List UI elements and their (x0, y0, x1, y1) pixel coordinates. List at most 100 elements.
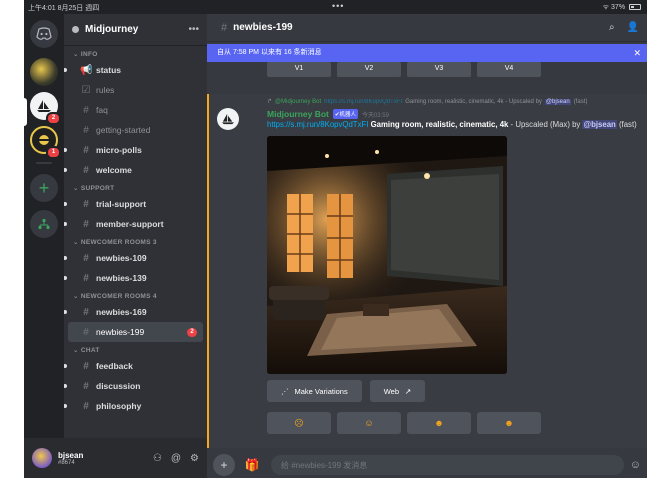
channel-faq[interactable]: # faq (64, 100, 207, 120)
channel-newbies-169[interactable]: # newbies-169 (64, 302, 207, 322)
rail-divider (36, 162, 52, 164)
message-input[interactable] (271, 455, 624, 475)
gift-button[interactable]: 🎁 (241, 454, 263, 476)
emoji-picker-icon[interactable]: ☺ (630, 459, 641, 471)
category-support[interactable]: ⌄ SUPPORT (64, 184, 207, 194)
attach-plus-button[interactable]: + (213, 454, 235, 476)
user-mention[interactable]: @bjsean (582, 120, 617, 129)
server-badge: 1 (46, 146, 61, 159)
unread-dot (64, 222, 67, 226)
guild-name: Midjourney (85, 24, 139, 35)
channel-philosophy[interactable]: # philosophy (64, 396, 207, 416)
new-messages-bar[interactable]: 自从 7:58 PM 以来有 16 条新消息 ✕ (207, 44, 647, 62)
variation-button-3[interactable]: V3 (407, 62, 471, 77)
make-variations-button[interactable]: ⋰ Make Variations (267, 380, 362, 402)
status-bar: 上午4:01 8月25日 週四 ••• ᯤ 37% (24, 0, 647, 14)
multitask-dots-icon[interactable]: ••• (332, 1, 344, 11)
author-name[interactable]: Midjourney Bot (267, 109, 329, 119)
channel-welcome[interactable]: # welcome (64, 160, 207, 180)
user-info[interactable]: bjsean #8674 (58, 451, 83, 466)
bot-message: ↱ @Midjourney Bot https://s.mj.run/8Kopv… (207, 94, 647, 448)
reply-reference[interactable]: ↱ @Midjourney Bot https://s.mj.run/8Kopv… (267, 98, 587, 105)
category-chat[interactable]: ⌄ CHAT (64, 346, 207, 356)
reply-arrow-icon: ↱ (267, 99, 273, 105)
timestamp: 今天03:59 (361, 112, 389, 119)
header-actions: ⌕ 👤 (609, 22, 639, 33)
category-newcomer-rooms-3[interactable]: ⌄ NEWCOMER ROOMS 3 (64, 238, 207, 248)
friends-icon[interactable]: ⚇ (153, 453, 162, 464)
channel-discussion[interactable]: # discussion (64, 376, 207, 396)
direct-messages-button[interactable] (30, 20, 58, 48)
unread-dot (64, 276, 67, 280)
chat-area: # newbies-199 ⌕ 👤 自从 7:58 PM 以来有 16 条新消息… (207, 14, 647, 478)
variation-button-1[interactable]: V1 (267, 62, 331, 77)
username: bjsean (58, 450, 84, 460)
new-messages-text: 自从 7:58 PM 以来有 16 条新消息 (217, 49, 322, 56)
category-info[interactable]: ⌄ INFO (64, 50, 207, 60)
action-buttons: ⋰ Make Variations Web ↗ (267, 380, 426, 402)
channel-getting-started[interactable]: # getting-started (64, 120, 207, 140)
smile-face-icon: ☻ (434, 418, 444, 428)
bot-badge: ✔机器人 (332, 109, 358, 119)
more-options-icon[interactable]: ••• (188, 24, 199, 35)
rating-button-2[interactable]: ☺ (337, 412, 401, 434)
rating-button-1[interactable]: ☹ (267, 412, 331, 434)
search-icon[interactable]: ⌕ (609, 22, 615, 33)
channel-rules[interactable]: ☑ rules (64, 80, 207, 100)
hierarchy-icon (38, 218, 50, 230)
bot-avatar[interactable] (217, 108, 239, 130)
external-link-icon: ↗ (405, 386, 412, 396)
guild-status-dot (72, 26, 79, 33)
channel-feedback[interactable]: # feedback (64, 356, 207, 376)
plus-icon: + (38, 177, 50, 198)
rating-buttons: ☹ ☺ ☻ ☻ (267, 412, 541, 434)
web-button[interactable]: Web ↗ (369, 380, 426, 402)
add-server-button[interactable]: + (30, 174, 58, 202)
channel-newbies-139[interactable]: # newbies-139 (64, 268, 207, 288)
user-tag: #8674 (58, 459, 75, 466)
sailboat-icon (37, 100, 51, 112)
unread-dot (64, 202, 67, 206)
generated-image[interactable] (267, 136, 507, 374)
channel-newbies-199[interactable]: # newbies-199 2 (68, 322, 203, 342)
announcement-icon: 📢 (80, 64, 93, 76)
channel-micro-polls[interactable]: # micro-polls (64, 140, 207, 160)
explore-servers-button[interactable] (30, 210, 58, 238)
server-badge: 2 (46, 112, 61, 125)
message-composer: + 🎁 ☺ (207, 452, 647, 478)
hash-thread-icon: # (83, 164, 89, 176)
hash-icon: # (83, 380, 89, 392)
unread-dot (64, 384, 67, 388)
rating-button-3[interactable]: ☻ (407, 412, 471, 434)
guild-header[interactable]: Midjourney ••• (64, 14, 207, 46)
settings-gear-icon[interactable]: ⚙ (190, 453, 199, 464)
hash-icon: # (83, 400, 89, 412)
avatar[interactable] (32, 448, 52, 468)
hash-thread-icon: # (83, 272, 89, 284)
variation-button-2[interactable]: V2 (337, 62, 401, 77)
reply-suffix: (fast) (573, 98, 588, 105)
rating-button-4[interactable]: ☻ (477, 412, 541, 434)
channel-sidebar: Midjourney ••• ⌄ INFO 📢 status ☑ rules # fa… (64, 14, 207, 438)
mentions-icon[interactable]: @ (171, 453, 181, 464)
channel-newbies-109[interactable]: # newbies-109 (64, 248, 207, 268)
prompt-link[interactable]: https://s.mj.run/8KopvQdTxFI (267, 120, 368, 129)
close-icon[interactable]: ✕ (633, 44, 641, 62)
unread-dot (64, 148, 67, 152)
channel-member-support[interactable]: # member-support (64, 214, 207, 234)
channel-trial-support[interactable]: # trial-support (64, 194, 207, 214)
category-newcomer-rooms-4[interactable]: ⌄ NEWCOMER ROOMS 4 (64, 292, 207, 302)
plus-icon: + (220, 458, 228, 472)
member-list-icon[interactable]: 👤 (627, 22, 639, 33)
reply-link: https://s.mj.run/8KopvQdTxFI (324, 98, 403, 105)
channel-status[interactable]: 📢 status (64, 60, 207, 80)
variation-buttons: V1 V2 V3 V4 (267, 62, 541, 77)
status-time: 上午4:01 8月25日 週四 (28, 5, 100, 12)
upscaled-text: - Upscaled (Max) by (508, 120, 583, 129)
hash-thread-icon: # (221, 21, 228, 34)
hash-icon: # (83, 104, 89, 116)
variation-button-4[interactable]: V4 (477, 62, 541, 77)
hash-icon: # (83, 198, 89, 210)
mention-badge: 2 (187, 327, 197, 337)
server-icon-1[interactable] (30, 58, 58, 86)
